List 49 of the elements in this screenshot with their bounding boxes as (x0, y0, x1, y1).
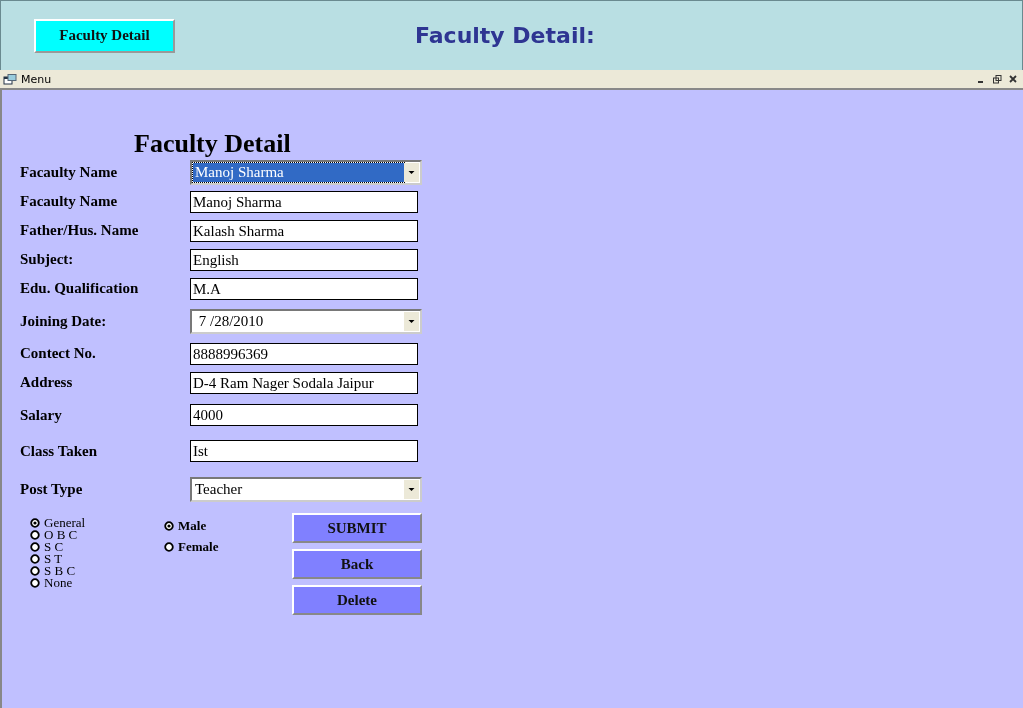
text-field[interactable]: Ist (190, 440, 418, 462)
action-button[interactable]: Back (292, 549, 422, 579)
faculty-detail-button[interactable]: Faculty Detail (34, 18, 175, 53)
text-field[interactable]: 4000 (190, 404, 418, 426)
text-field[interactable]: Manoj Sharma (190, 190, 418, 213)
page-title: Faculty Detail: (415, 23, 595, 48)
restore-button[interactable] (990, 72, 1004, 86)
dropdown-field[interactable]: Teacher (190, 476, 422, 502)
field-label: Subject: (19, 251, 75, 268)
text-field[interactable]: D-4 Ram Nager Sodala Jaipur (190, 371, 418, 394)
field-label: Facaulty Name (19, 193, 119, 210)
restore-icon (992, 74, 1002, 84)
dropdown-field[interactable]: Manoj Sharma (190, 160, 422, 185)
radio-button[interactable] (30, 530, 40, 540)
radio-label: S T (44, 553, 63, 565)
field-label: Post Type (19, 480, 84, 498)
field-label: Class Taken (19, 442, 99, 460)
field-label: Facaulty Name (19, 164, 119, 181)
dropdown-field[interactable]: 7 /28/2010 (190, 308, 422, 334)
radio-button[interactable] (30, 542, 40, 552)
radio-label: S B C (44, 565, 76, 577)
field-label: Address (19, 374, 74, 391)
radio-button[interactable] (30, 566, 40, 576)
radio-label: S C (44, 541, 64, 553)
radio-label: General (44, 517, 86, 529)
radio-label: Male (178, 519, 207, 532)
form-title: Faculty Detail (134, 130, 292, 158)
window-icon (3, 73, 17, 85)
field-label: Father/Hus. Name (19, 222, 140, 239)
text-field[interactable]: 8888996369 (190, 342, 418, 365)
text-field[interactable]: Kalash Sharma (190, 219, 418, 242)
text-field[interactable]: M.A (190, 277, 418, 300)
radio-label: None (44, 577, 73, 589)
radio-label: O B C (44, 529, 78, 541)
field-label: Joining Date: (19, 312, 108, 330)
menu-title: Menu (21, 72, 52, 86)
action-button[interactable]: SUBMIT (292, 513, 422, 543)
field-label: Edu. Qualification (19, 280, 140, 297)
radio-button[interactable] (164, 520, 174, 531)
radio-button[interactable] (164, 541, 174, 552)
radio-button[interactable] (30, 578, 40, 588)
field-label: Salary (19, 406, 63, 424)
radio-button[interactable] (30, 554, 40, 564)
radio-button[interactable] (30, 518, 40, 528)
field-label: Contect No. (19, 345, 97, 362)
close-icon (1009, 75, 1017, 83)
radio-label: Female (178, 540, 219, 553)
text-field[interactable]: English (190, 248, 418, 271)
action-button[interactable]: Delete (292, 585, 422, 615)
